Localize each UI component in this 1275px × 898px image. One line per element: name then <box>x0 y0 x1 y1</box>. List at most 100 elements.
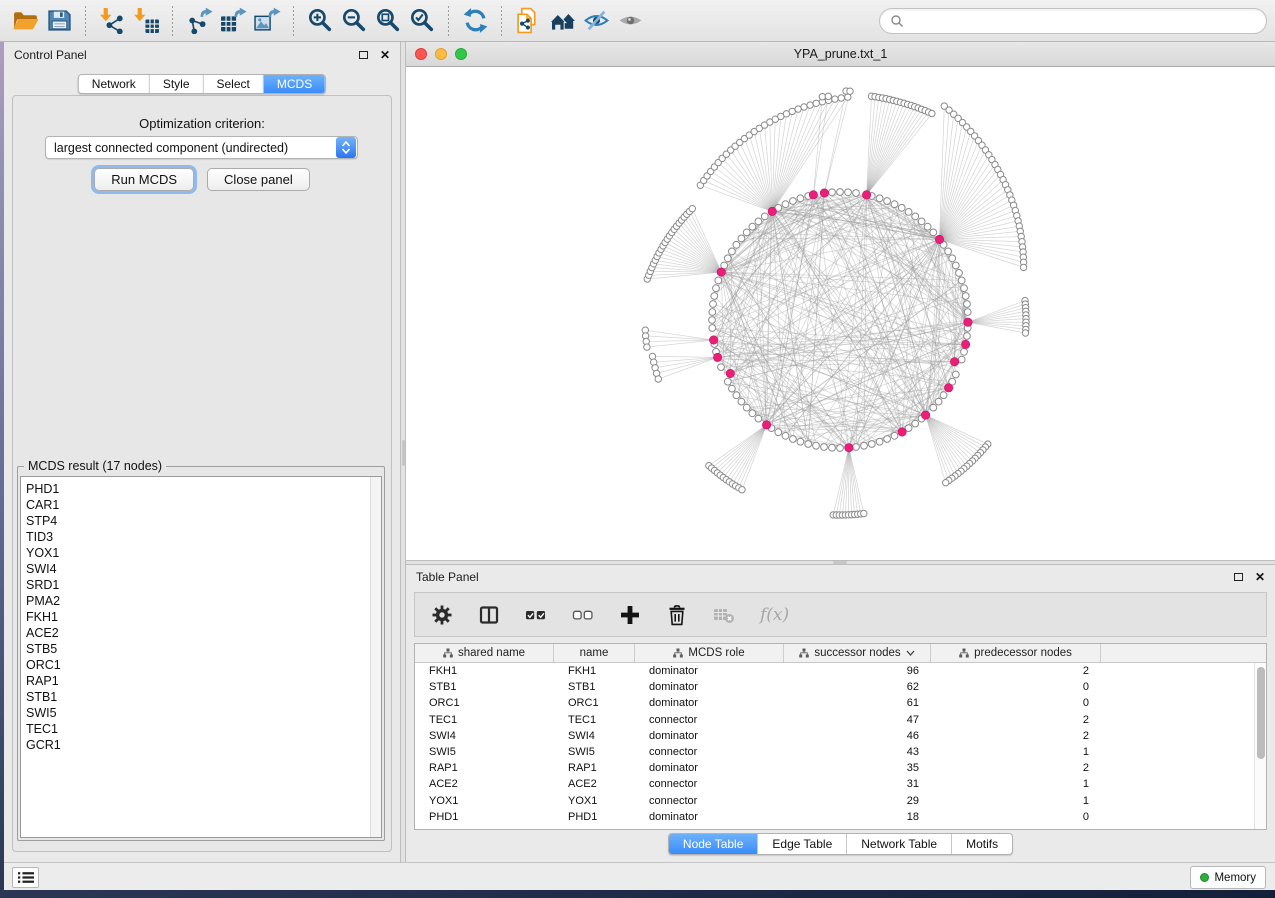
run-mcds-button[interactable]: Run MCDS <box>94 168 194 191</box>
mcds-result-item[interactable]: STB1 <box>21 689 381 705</box>
duplicate-network-button[interactable] <box>511 4 545 38</box>
table-row[interactable]: SWI5SWI5connector431 <box>415 744 1266 760</box>
create-column-button[interactable] <box>619 604 641 626</box>
column-header-shared-name[interactable]: shared name <box>415 644 554 662</box>
mcds-result-list[interactable]: PHD1CAR1STP4TID3YOX1SWI4SRD1PMA2FKH1ACE2… <box>20 476 382 838</box>
table-scrollbar-thumb[interactable] <box>1257 667 1265 759</box>
mcds-result-item[interactable]: PHD1 <box>21 481 381 497</box>
tab-motifs[interactable]: Motifs <box>951 834 1012 854</box>
zoom-selected-button[interactable] <box>405 4 439 38</box>
cell-shared-name: RAP1 <box>415 762 554 774</box>
memory-button[interactable]: Memory <box>1190 866 1266 889</box>
table-row[interactable]: YOX1YOX1connector291 <box>415 793 1266 809</box>
float-control-panel-button[interactable] <box>359 51 368 59</box>
table-scrollbar[interactable] <box>1254 663 1266 829</box>
column-header-successor-nodes[interactable]: successor nodes <box>784 644 931 662</box>
cell-mcds-role: dominator <box>635 762 784 774</box>
control-panel-tabs: NetworkStyleSelectMCDS <box>78 74 326 94</box>
mcds-list-scrollbar[interactable] <box>370 477 381 837</box>
cell-mcds-role: connector <box>635 746 784 758</box>
close-table-panel-button[interactable]: ✕ <box>1255 571 1265 583</box>
task-history-button[interactable] <box>12 867 39 888</box>
mcds-result-item[interactable]: GCR1 <box>21 737 381 753</box>
close-panel-button[interactable]: Close panel <box>207 168 310 191</box>
delete-table-button[interactable] <box>713 604 735 626</box>
table-row[interactable]: PHD1PHD1dominator180 <box>415 809 1266 825</box>
table-row[interactable]: SWI4SWI4dominator462 <box>415 728 1266 744</box>
export-network-button[interactable] <box>182 4 216 38</box>
close-control-panel-button[interactable]: ✕ <box>380 49 390 61</box>
mcds-result-item[interactable]: ACE2 <box>21 625 381 641</box>
save-session-button[interactable] <box>42 4 76 38</box>
cell-successor-nodes: 18 <box>784 811 931 823</box>
tab-node-table[interactable]: Node Table <box>669 834 758 854</box>
mcds-result-item[interactable]: CAR1 <box>21 497 381 513</box>
zoom-in-button[interactable] <box>303 4 337 38</box>
tab-mcds[interactable]: MCDS <box>263 75 325 93</box>
mcds-result-item[interactable]: SWI4 <box>21 561 381 577</box>
function-builder-button[interactable]: f(x) <box>760 605 789 625</box>
zoom-fit-button[interactable] <box>371 4 405 38</box>
node-table: shared namenameMCDS rolesuccessor nodesp… <box>414 643 1267 830</box>
cell-shared-name: PHD1 <box>415 811 554 823</box>
tab-select[interactable]: Select <box>203 75 263 93</box>
mcds-result-item[interactable]: ORC1 <box>21 657 381 673</box>
toolbar-separator <box>172 6 173 36</box>
show-panels-button[interactable] <box>545 4 579 38</box>
settings-button[interactable] <box>431 604 453 626</box>
select-all-columns-button[interactable] <box>525 604 547 626</box>
table-row[interactable]: TEC1TEC1connector472 <box>415 712 1266 728</box>
mcds-result-item[interactable]: YOX1 <box>21 545 381 561</box>
column-header-predecessor-nodes[interactable]: predecessor nodes <box>931 644 1101 662</box>
delete-column-icon <box>666 604 688 626</box>
cell-predecessor-nodes: 2 <box>931 714 1101 726</box>
cell-predecessor-nodes: 0 <box>931 811 1101 823</box>
import-table-button[interactable] <box>129 4 163 38</box>
mcds-result-item[interactable]: PMA2 <box>21 593 381 609</box>
table-row[interactable]: ORC1ORC1dominator610 <box>415 695 1266 711</box>
refresh-layout-button[interactable] <box>458 4 492 38</box>
mcds-result-item[interactable]: FKH1 <box>21 609 381 625</box>
mcds-result-item[interactable]: TID3 <box>21 529 381 545</box>
tab-style[interactable]: Style <box>149 75 203 93</box>
unselect-all-columns-button[interactable] <box>572 604 594 626</box>
open-session-button[interactable] <box>8 4 42 38</box>
cell-shared-name: SWI4 <box>415 730 554 742</box>
cell-name: YOX1 <box>554 795 635 807</box>
mcds-result-item[interactable]: SRD1 <box>21 577 381 593</box>
mcds-result-item[interactable]: STB5 <box>21 641 381 657</box>
mcds-result-item[interactable]: RAP1 <box>21 673 381 689</box>
show-hidden-button[interactable] <box>613 4 647 38</box>
mcds-result-item[interactable]: TEC1 <box>21 721 381 737</box>
network-canvas[interactable] <box>406 67 1275 560</box>
network-graph[interactable] <box>406 67 1275 560</box>
import-network-button[interactable] <box>95 4 129 38</box>
export-table-button[interactable] <box>216 4 250 38</box>
table-row[interactable]: ACE2ACE2connector311 <box>415 776 1266 792</box>
search-field[interactable] <box>879 8 1267 34</box>
mcds-result-item[interactable]: SWI5 <box>21 705 381 721</box>
cell-successor-nodes: 35 <box>784 762 931 774</box>
column-header-name[interactable]: name <box>554 644 635 662</box>
tab-edge-table[interactable]: Edge Table <box>757 834 846 854</box>
table-row[interactable]: FKH1FKH1dominator962 <box>415 663 1266 679</box>
column-header-mcds-role[interactable]: MCDS role <box>635 644 784 662</box>
tab-network-table[interactable]: Network Table <box>846 834 951 854</box>
cell-name: ORC1 <box>554 697 635 709</box>
float-table-panel-button[interactable] <box>1234 573 1243 581</box>
criterion-select[interactable]: largest connected component (undirected) <box>45 136 358 159</box>
cell-successor-nodes: 29 <box>784 795 931 807</box>
delete-column-button[interactable] <box>666 604 688 626</box>
zoom-out-button[interactable] <box>337 4 371 38</box>
hide-selected-button[interactable] <box>579 4 613 38</box>
table-row[interactable]: STB1STB1dominator620 <box>415 679 1266 695</box>
cell-successor-nodes: 31 <box>784 778 931 790</box>
search-input[interactable] <box>910 13 1256 29</box>
cell-predecessor-nodes: 1 <box>931 778 1101 790</box>
table-row[interactable]: RAP1RAP1dominator352 <box>415 760 1266 776</box>
split-columns-button[interactable] <box>478 604 500 626</box>
export-image-button[interactable] <box>250 4 284 38</box>
tab-network[interactable]: Network <box>79 75 149 93</box>
cell-predecessor-nodes: 2 <box>931 730 1101 742</box>
mcds-result-item[interactable]: STP4 <box>21 513 381 529</box>
